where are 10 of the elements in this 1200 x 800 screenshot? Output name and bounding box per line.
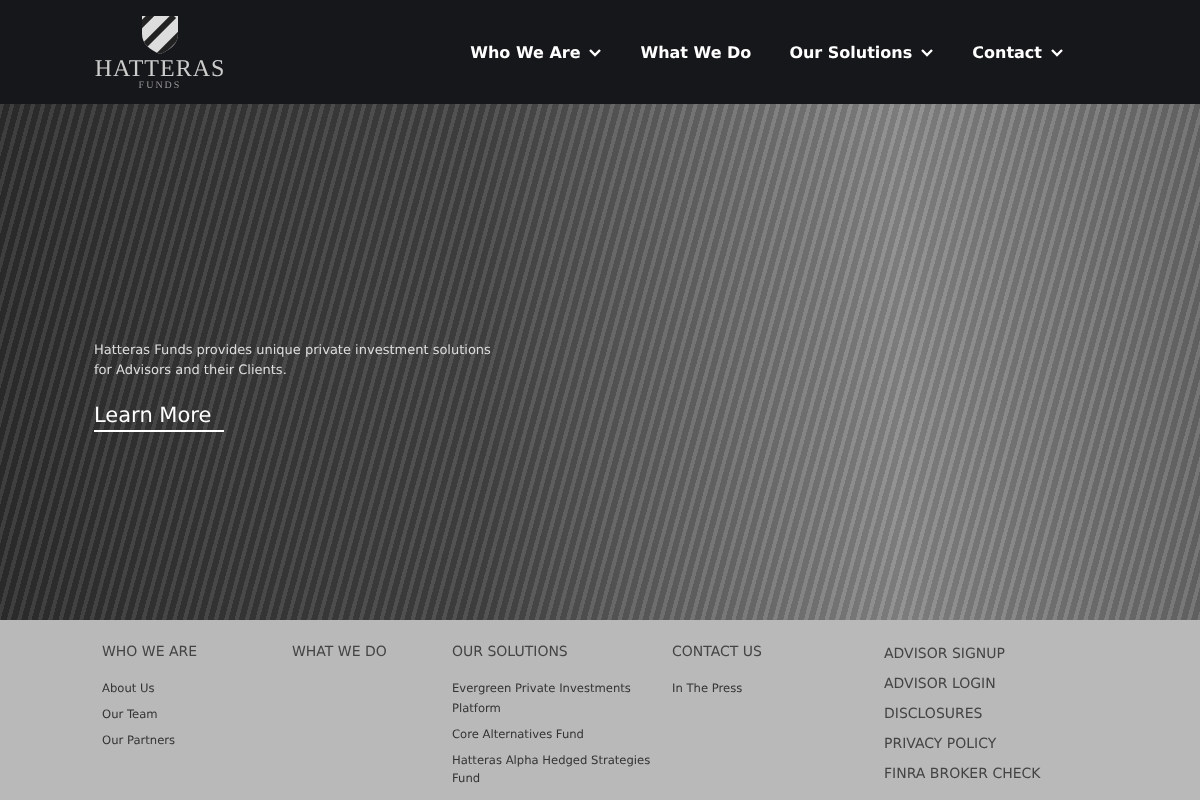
- logo-wordmark[interactable]: HATTERAS: [94, 55, 226, 81]
- nav-link[interactable]: Who We Are: [470, 43, 603, 61]
- nav-link[interactable]: Contact: [972, 43, 1064, 61]
- chevron-down-icon: [920, 47, 935, 57]
- chevron-down-icon: [1050, 47, 1064, 57]
- learn-more-link[interactable]: Learn More: [94, 404, 224, 432]
- nav-link[interactable]: Our Solutions: [789, 43, 935, 61]
- chevron-down-icon: [588, 47, 603, 57]
- shield-logo-icon: [138, 11, 182, 55]
- nav-link[interactable]: What We Do: [640, 43, 752, 61]
